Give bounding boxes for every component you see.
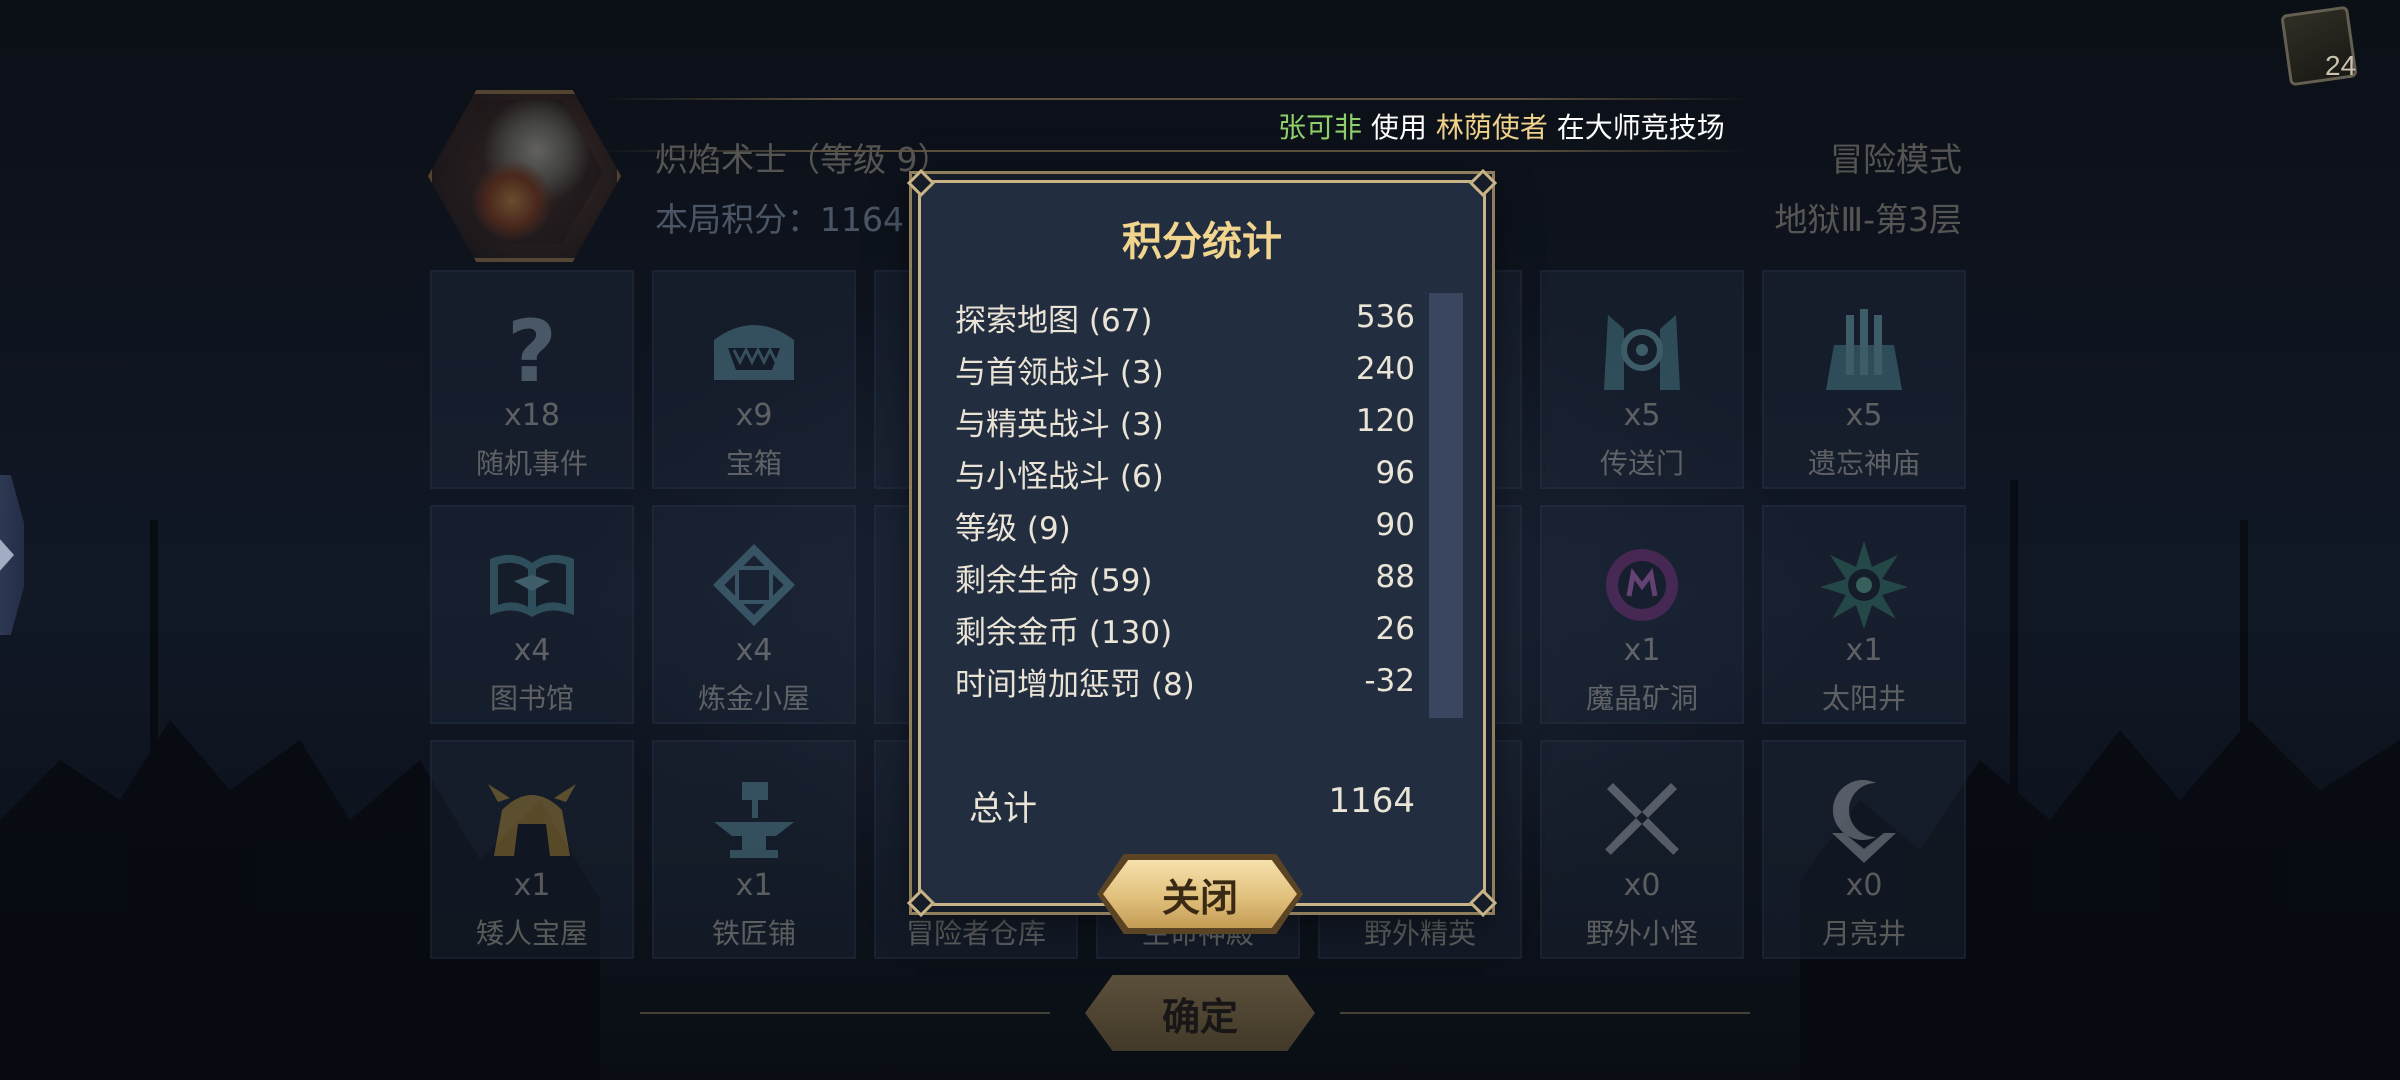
event-tile: x4 炼金小屋 — [652, 505, 856, 724]
run-score: 本局积分：1164 — [655, 200, 904, 239]
anvil-icon — [704, 770, 804, 870]
event-name: 野外小怪 — [1585, 917, 1698, 950]
event-tile: ? x18 随机事件 — [430, 270, 634, 489]
event-tile: x0 月亮井 — [1762, 740, 1966, 959]
event-name: 遗忘神庙 — [1807, 447, 1920, 480]
moon-well-icon — [1814, 770, 1914, 870]
event-count: x1 — [1623, 633, 1661, 668]
event-tile: x1 铁匠铺 — [652, 740, 856, 959]
score-row-value: 88 — [1375, 559, 1415, 595]
dialog-title: 积分统计 — [1122, 219, 1282, 265]
score-row-value: 240 — [1355, 351, 1415, 387]
event-name: 铁匠铺 — [711, 917, 796, 950]
notice-hero: 林荫使者 — [1435, 111, 1548, 144]
score-row-value: 26 — [1375, 611, 1415, 647]
confirm-divider-right — [1340, 1012, 1750, 1014]
score-row-label: 与小怪战斗 (6) — [955, 458, 1164, 495]
score-row-label: 时间增加惩罚 (8) — [955, 666, 1195, 703]
score-row-label: 剩余生命 (59) — [955, 562, 1153, 599]
event-name: 冒险者仓库 — [905, 917, 1046, 950]
event-count: x18 — [504, 398, 560, 433]
event-tile: x9 宝箱 — [652, 270, 856, 489]
book-icon — [482, 535, 582, 635]
event-name: 宝箱 — [725, 447, 782, 480]
score-row: 剩余金币 (130) 26 — [955, 603, 1415, 655]
event-count: x5 — [1845, 398, 1883, 433]
event-tile: x4 图书馆 — [430, 505, 634, 724]
event-name: 炼金小屋 — [697, 682, 810, 715]
score-list: 探索地图 (67) 536 与首领战斗 (3) 240 与精英战斗 (3) 120 与… — [955, 291, 1415, 707]
score-row: 与小怪战斗 (6) 96 — [955, 447, 1415, 499]
broadcast-notice: 张可非 使用 林荫使者 在大师竞技场 — [1278, 106, 1725, 146]
question-icon: ? — [482, 300, 582, 400]
score-row-value: 90 — [1375, 507, 1415, 543]
score-row-value: -32 — [1364, 663, 1415, 699]
event-tile: x5 遗忘神庙 — [1762, 270, 1966, 489]
score-list-scrollbar[interactable] — [1429, 293, 1463, 718]
crossed-swords-icon — [1592, 770, 1692, 870]
score-row-label: 探索地图 (67) — [955, 302, 1153, 339]
score-row-value: 536 — [1355, 299, 1415, 335]
score-row: 与精英战斗 (3) 120 — [955, 395, 1415, 447]
event-tile: x1 魔晶矿洞 — [1540, 505, 1744, 724]
event-tile: x0 野外小怪 — [1540, 740, 1744, 959]
score-row: 剩余生命 (59) 88 — [955, 551, 1415, 603]
confirm-divider-left — [640, 1012, 1050, 1014]
score-row: 探索地图 (67) 536 — [955, 291, 1415, 343]
close-button[interactable]: 关闭 — [1103, 860, 1297, 928]
event-tile: x1 矮人宝屋 — [430, 740, 634, 959]
event-name: 矮人宝屋 — [475, 917, 588, 950]
event-count: x0 — [1623, 868, 1661, 903]
event-name: 月亮井 — [1821, 917, 1906, 950]
score-stats-dialog: 积分统计 探索地图 (67) 536 与首领战斗 (3) 240 与精英战斗 (3)… — [906, 168, 1498, 918]
event-count: x5 — [1623, 398, 1661, 433]
score-row-label: 等级 (9) — [955, 510, 1071, 547]
event-name: 野外精英 — [1363, 917, 1476, 950]
event-name: 传送门 — [1599, 447, 1684, 480]
total-label: 总计 — [969, 789, 1037, 829]
game-mode: 冒险模式 — [1830, 140, 1962, 179]
header-divider — [600, 98, 1750, 100]
total-row: 总计 1164 — [969, 781, 1415, 830]
crystal-mine-icon — [1592, 535, 1692, 635]
notice-player: 张可非 — [1278, 111, 1363, 144]
score-row-label: 与首领战斗 (3) — [955, 354, 1164, 391]
alchemy-icon — [704, 535, 804, 635]
score-row-value: 96 — [1375, 455, 1415, 491]
svg-text:?: ? — [507, 305, 557, 395]
score-row-value: 120 — [1355, 403, 1415, 439]
event-count: x1 — [513, 868, 551, 903]
event-name: 太阳井 — [1821, 682, 1906, 715]
treasure-chest-icon — [704, 300, 804, 400]
event-name: 魔晶矿洞 — [1585, 682, 1698, 715]
event-tile: x5 传送门 — [1540, 270, 1744, 489]
event-count: x1 — [735, 868, 773, 903]
score-row: 与首领战斗 (3) 240 — [955, 343, 1415, 395]
event-count: x4 — [735, 633, 773, 668]
score-row: 等级 (9) 90 — [955, 499, 1415, 551]
dwarf-helmet-icon — [482, 770, 582, 870]
event-count: x4 — [513, 633, 551, 668]
event-name: 图书馆 — [489, 682, 574, 715]
score-row-label: 与精英战斗 (3) — [955, 406, 1164, 443]
event-count: x9 — [735, 398, 773, 433]
notice-verb: 使用 — [1370, 111, 1427, 144]
event-tile: x1 太阳井 — [1762, 505, 1966, 724]
event-count: x0 — [1845, 868, 1883, 903]
event-count: x1 — [1845, 633, 1883, 668]
event-name: 随机事件 — [475, 447, 588, 480]
confirm-button[interactable]: 确定 — [1085, 975, 1315, 1051]
portal-icon — [1592, 300, 1692, 400]
score-row-label: 剩余金币 (130) — [955, 614, 1173, 651]
dungeon-floor: 地狱Ⅲ-第3层 — [1774, 200, 1962, 239]
hero-name: 炽焰术士（等级 9） — [655, 140, 951, 179]
temple-icon — [1814, 300, 1914, 400]
sun-well-icon — [1814, 535, 1914, 635]
total-value: 1164 — [1328, 781, 1415, 821]
score-row: 时间增加惩罚 (8) -32 — [955, 655, 1415, 707]
notice-place: 在大师竞技场 — [1556, 111, 1725, 144]
